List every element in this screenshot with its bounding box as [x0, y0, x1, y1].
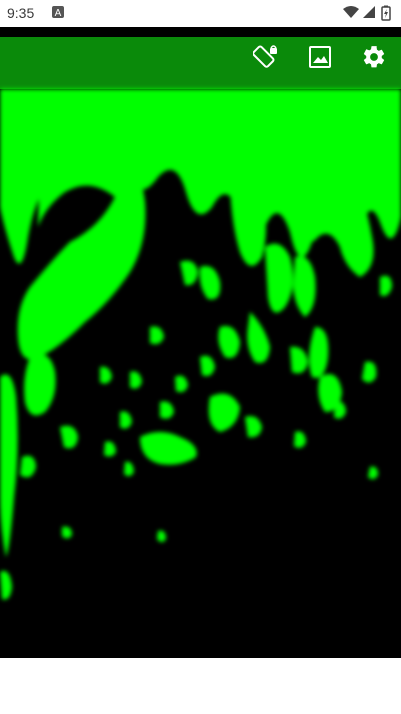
battery-charging-icon	[381, 5, 391, 24]
image-button[interactable]	[303, 42, 337, 76]
slime-drips	[0, 89, 401, 600]
notification-a-icon: A	[51, 5, 65, 22]
slime-canvas[interactable]	[0, 27, 401, 658]
rotation-lock-button[interactable]	[249, 42, 283, 76]
gear-icon	[361, 44, 387, 75]
image-icon	[308, 45, 332, 74]
top-slime-band	[0, 37, 401, 89]
settings-button[interactable]	[357, 42, 391, 76]
rotation-lock-icon	[252, 44, 279, 75]
status-time: 9:35	[7, 5, 35, 21]
status-bar: 9:35 A	[0, 0, 401, 27]
svg-text:A: A	[55, 8, 62, 19]
bottom-bar	[0, 658, 401, 714]
signal-icon	[362, 5, 376, 22]
wifi-icon	[342, 5, 360, 22]
